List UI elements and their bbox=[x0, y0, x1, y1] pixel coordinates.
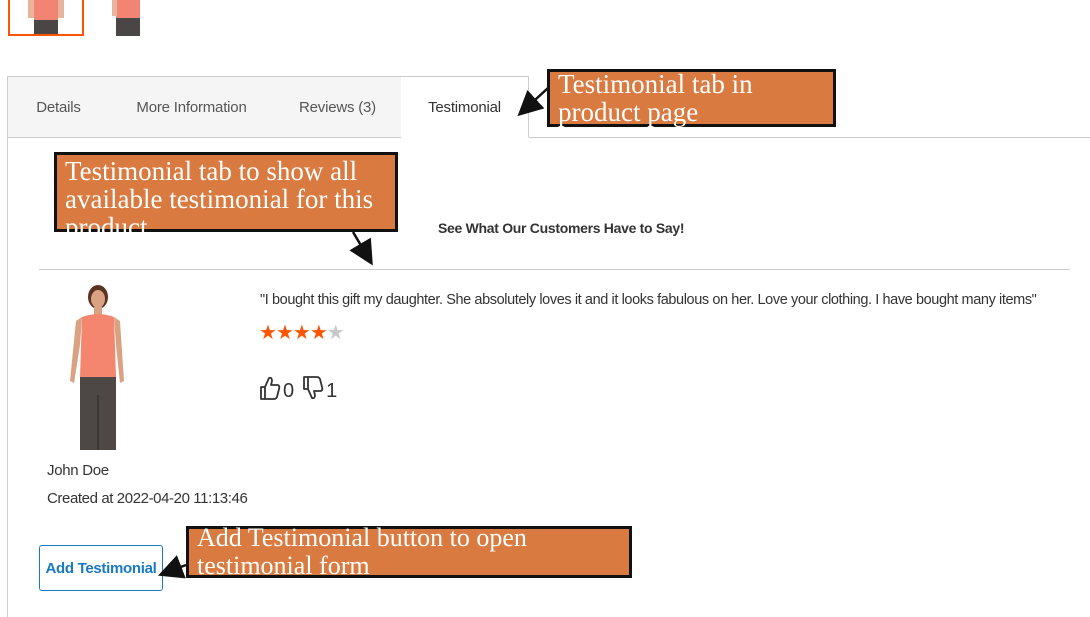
rating-stars: ★★★★★ bbox=[259, 320, 345, 345]
avatar bbox=[62, 285, 132, 450]
star-icon: ★ bbox=[259, 322, 277, 344]
author-name: John Doe bbox=[47, 462, 109, 479]
annotation-tab-note: Testimonial tab in product page bbox=[547, 69, 836, 127]
section-divider bbox=[39, 269, 1070, 270]
annotation-list-note: Testimonial tab to show all available te… bbox=[54, 152, 398, 241]
add-testimonial-button[interactable]: Add Testimonial bbox=[39, 545, 163, 591]
dislikes-count: 1 bbox=[326, 379, 338, 402]
arrow-to-heading bbox=[349, 231, 373, 266]
star-icon: ★ bbox=[292, 322, 311, 344]
star-empty-icon: ★ bbox=[326, 322, 345, 344]
star-icon: ★ bbox=[275, 322, 294, 344]
section-heading: See What Our Customers Have to Say! bbox=[438, 220, 685, 236]
content-border bbox=[7, 138, 8, 617]
thumbs-up-icon[interactable] bbox=[259, 375, 281, 407]
thumbs-down-icon[interactable] bbox=[302, 375, 324, 407]
likes-count: 0 bbox=[283, 379, 295, 402]
testimonial-quote: "I bought this gift my daughter. She abs… bbox=[260, 292, 1037, 308]
vote-controls: 0 1 bbox=[259, 375, 345, 407]
tab-reviews[interactable]: Reviews (3) bbox=[274, 76, 402, 138]
product-thumbnail-1[interactable] bbox=[8, 0, 84, 36]
product-thumbnail-2[interactable] bbox=[100, 0, 158, 36]
tab-testimonial[interactable]: Testimonial bbox=[401, 76, 529, 138]
tabs-baseline bbox=[528, 137, 1090, 138]
annotation-button-note: Add Testimonial button to open testimoni… bbox=[186, 524, 632, 580]
created-date: Created at 2022-04-20 11:13:46 bbox=[47, 490, 248, 507]
arrow-to-button bbox=[157, 555, 187, 579]
tab-details[interactable]: Details bbox=[7, 76, 110, 138]
star-icon: ★ bbox=[309, 322, 328, 344]
tab-more-information[interactable]: More Information bbox=[109, 76, 275, 138]
